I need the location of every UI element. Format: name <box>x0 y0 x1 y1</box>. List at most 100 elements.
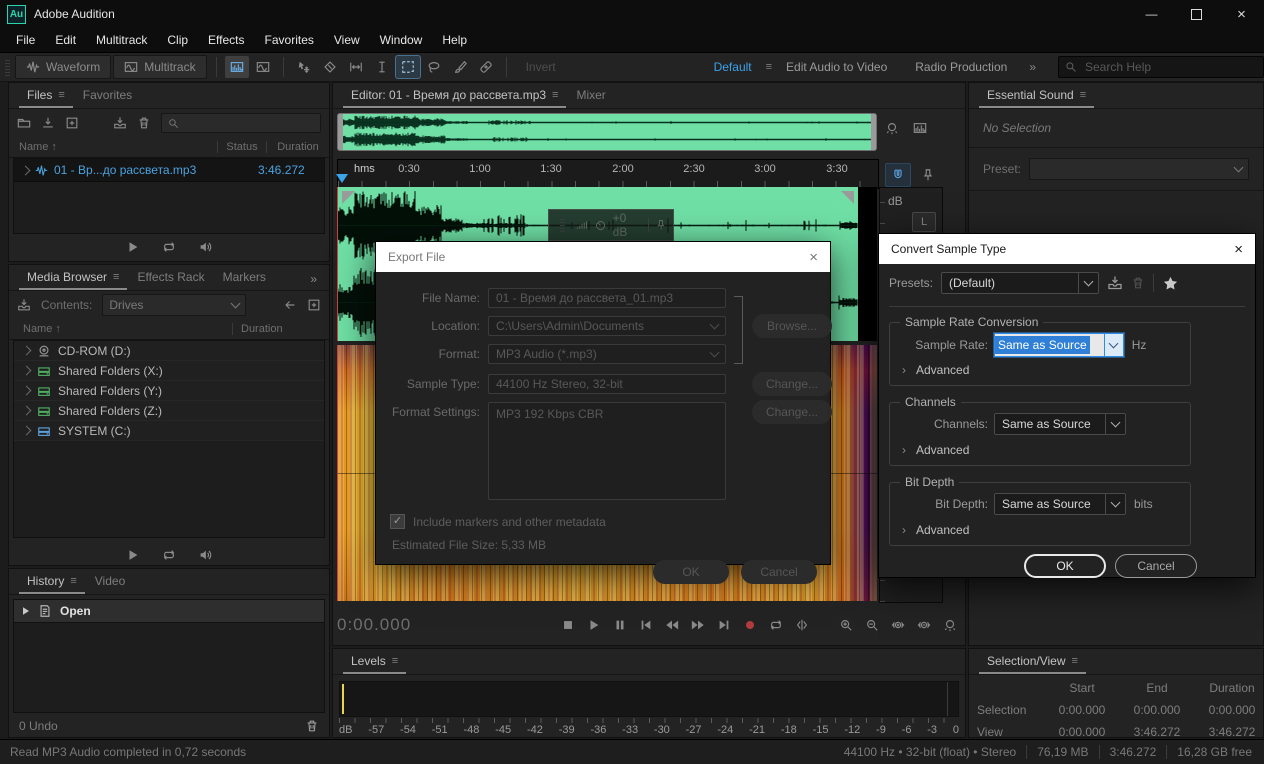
add-shortcut-icon[interactable] <box>307 298 321 312</box>
zoom-in-amplitude-button[interactable] <box>833 614 859 636</box>
skip-to-end-button[interactable] <box>711 614 737 636</box>
drive-row[interactable]: Shared Folders (Z:) <box>14 401 324 421</box>
channel-l-button[interactable]: L <box>912 212 936 232</box>
razor-tool[interactable] <box>318 56 342 78</box>
menu-clip[interactable]: Clip <box>157 28 198 52</box>
expand-icon[interactable] <box>21 165 31 175</box>
overview-navigator[interactable] <box>337 113 877 151</box>
channels-combobox[interactable]: Same as Source <box>994 413 1126 435</box>
files-loop-icon[interactable] <box>162 240 176 254</box>
spot-healing-brush-tool[interactable] <box>474 56 498 78</box>
clear-history-icon[interactable] <box>305 719 319 733</box>
lasso-selection-tool[interactable] <box>422 56 446 78</box>
maximize-button[interactable] <box>1174 0 1219 28</box>
tab-mixer[interactable]: Mixer <box>568 84 613 108</box>
menu-multitrack[interactable]: Multitrack <box>86 28 157 52</box>
browse-button[interactable]: Browse... <box>752 314 832 338</box>
multitrack-view-button[interactable]: Multitrack <box>113 55 206 79</box>
format-settings-change-button[interactable]: Change... <box>752 400 832 424</box>
location-dropdown[interactable]: C:\Users\Admin\Documents <box>488 316 726 336</box>
zoom-in-time-button[interactable] <box>885 614 911 636</box>
new-item-icon[interactable] <box>65 116 79 130</box>
chevron-down-icon[interactable] <box>1105 494 1125 514</box>
play-button[interactable] <box>581 614 607 636</box>
selection-start[interactable]: 0:00.000 <box>1043 703 1121 717</box>
selection-end[interactable]: 0:00.000 <box>1121 703 1193 717</box>
rewind-button[interactable] <box>659 614 685 636</box>
media-import-icon[interactable] <box>17 298 31 312</box>
move-tool[interactable] <box>292 56 316 78</box>
close-button[interactable]: × <box>1219 0 1264 28</box>
import-file-icon[interactable] <box>41 116 55 130</box>
view-end[interactable]: 3:46.272 <box>1121 725 1193 739</box>
file-row[interactable]: 01 - Вр...до рассвета.mp3 3:46.272 <box>14 159 324 182</box>
media-play-icon[interactable] <box>126 548 140 562</box>
panel-menu-icon[interactable]: ≡ <box>1072 655 1078 667</box>
menu-edit[interactable]: Edit <box>45 28 86 52</box>
convert-ok-button[interactable]: OK <box>1024 554 1106 578</box>
files-autoplay-icon[interactable] <box>198 240 212 254</box>
display-options-icon[interactable] <box>913 121 927 135</box>
delete-icon[interactable] <box>137 116 151 130</box>
bit-depth-combobox[interactable]: Same as Source <box>994 493 1126 515</box>
media-col-name[interactable]: Name ↑ <box>9 323 232 335</box>
skip-selection-button[interactable] <box>789 614 815 636</box>
search-help-input[interactable] <box>1083 59 1237 75</box>
tab-essential-sound[interactable]: Essential Sound≡ <box>979 84 1094 108</box>
paintbrush-selection-tool[interactable] <box>448 56 472 78</box>
stop-button[interactable] <box>555 614 581 636</box>
back-icon[interactable] <box>283 298 297 312</box>
zoom-reset-button[interactable] <box>937 614 963 636</box>
tab-levels[interactable]: Levels≡ <box>343 650 406 674</box>
menu-effects[interactable]: Effects <box>198 28 254 52</box>
playhead-marker[interactable] <box>336 174 348 183</box>
sample-type-change-button[interactable]: Change... <box>752 372 832 396</box>
panel-menu-icon[interactable]: ≡ <box>113 271 119 283</box>
invert-button[interactable]: Invert <box>514 60 568 74</box>
level-meter[interactable] <box>339 681 959 717</box>
view-start[interactable]: 0:00.000 <box>1043 725 1121 739</box>
panel-menu-icon[interactable]: ≡ <box>1080 89 1086 101</box>
ibeam-tool[interactable] <box>370 56 394 78</box>
open-file-icon[interactable] <box>17 116 31 130</box>
tab-video[interactable]: Video <box>87 570 133 594</box>
show-waveform-button[interactable] <box>251 56 275 78</box>
files-search-box[interactable] <box>161 113 321 133</box>
convert-cancel-button[interactable]: Cancel <box>1115 554 1197 578</box>
zoom-out-time-button[interactable] <box>911 614 937 636</box>
marker-pin-icon[interactable] <box>921 168 935 182</box>
record-button[interactable] <box>737 614 763 636</box>
export-cancel-button[interactable]: Cancel <box>741 560 817 584</box>
tab-markers[interactable]: Markers <box>215 266 274 290</box>
contents-dropdown[interactable]: Drives <box>102 294 246 316</box>
export-ok-button[interactable]: OK <box>653 560 729 584</box>
favorite-star-icon[interactable] <box>1162 275 1179 292</box>
drive-row[interactable]: Shared Folders (X:) <box>14 361 324 381</box>
panel-menu-icon[interactable]: ≡ <box>392 655 398 667</box>
zoom-navigator-icon[interactable] <box>885 121 899 135</box>
drive-row[interactable]: CD-ROM (D:) <box>14 341 324 361</box>
fade-in-handle[interactable] <box>342 191 355 204</box>
tab-editor[interactable]: Editor: 01 - Время до рассвета.mp3≡ <box>343 84 566 108</box>
workspace-edit-audio-to-video[interactable]: Edit Audio to Video <box>772 60 901 74</box>
overview-right-handle[interactable] <box>871 114 876 150</box>
hud-pin-icon[interactable] <box>655 219 667 231</box>
presets-dropdown[interactable]: (Default) <box>941 272 1099 294</box>
panel-menu-icon[interactable]: ≡ <box>70 575 76 587</box>
fade-out-handle[interactable] <box>841 191 854 204</box>
waveform-view-button[interactable]: Waveform <box>15 55 111 79</box>
overview-left-handle[interactable] <box>338 114 343 150</box>
chevron-down-icon[interactable] <box>1105 414 1125 434</box>
time-selection-tool[interactable] <box>344 56 368 78</box>
timeline-ruler[interactable]: hms 0:30 1:00 1:30 2:00 2:30 3:00 3:30 <box>337 159 879 189</box>
media-loop-icon[interactable] <box>162 548 176 562</box>
menu-file[interactable]: File <box>6 28 45 52</box>
pause-button[interactable] <box>607 614 633 636</box>
files-col-status[interactable]: Status <box>218 141 266 153</box>
workspace-default[interactable]: Default <box>700 60 766 74</box>
tab-files[interactable]: Files≡ <box>19 84 73 108</box>
files-col-duration[interactable]: Duration <box>267 141 329 153</box>
delete-preset-icon[interactable] <box>1131 276 1145 290</box>
snap-toggle[interactable] <box>885 163 911 187</box>
tab-media-browser[interactable]: Media Browser≡ <box>19 266 127 290</box>
